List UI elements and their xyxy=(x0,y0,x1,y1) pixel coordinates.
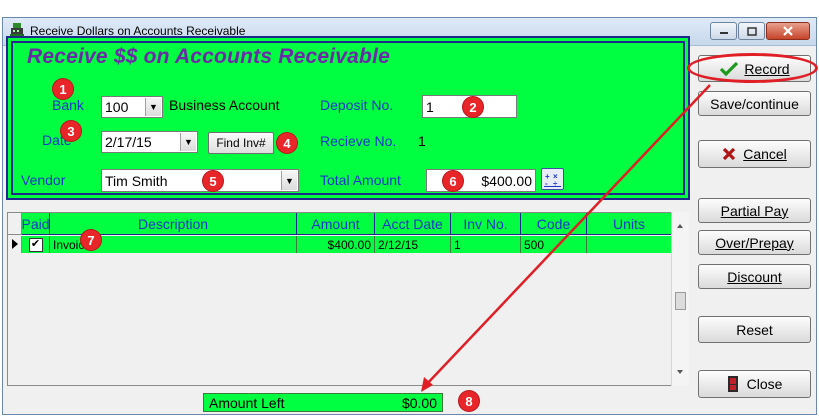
chevron-down-icon[interactable]: ▼ xyxy=(145,98,161,116)
bank-label: Bank xyxy=(52,97,84,113)
vendor-value: Tim Smith xyxy=(105,172,168,189)
annotation-badge-6: 6 xyxy=(443,171,463,191)
date-value: 2/17/15 xyxy=(105,134,152,150)
inv-no-cell[interactable]: 1 xyxy=(451,236,521,253)
svg-text:-: - xyxy=(545,179,548,187)
col-header-inv-no[interactable]: Inv No. xyxy=(451,213,521,235)
close-label: Close xyxy=(746,376,783,392)
form-heading: Receive $$ on Accounts Receivable xyxy=(27,45,390,68)
annotation-badge-2: 2 xyxy=(463,97,483,117)
annotation-badge-3: 3 xyxy=(61,121,81,141)
bank-account-name: Business Account xyxy=(169,97,280,113)
annotation-badge-1: 1 xyxy=(53,79,73,99)
total-amount-label: Total Amount xyxy=(320,172,401,188)
over-prepay-button[interactable]: Over/Prepay xyxy=(698,230,811,255)
svg-text:÷: ÷ xyxy=(553,179,558,187)
date-field[interactable]: 2/17/15 ▼ xyxy=(101,131,198,153)
cancel-label: Cancel xyxy=(743,146,787,162)
col-header-code[interactable]: Code xyxy=(521,213,587,235)
amount-left-label: Amount Left xyxy=(209,395,285,411)
save-continue-button[interactable]: Save/continue xyxy=(698,91,811,116)
row-selector-header xyxy=(8,213,22,235)
close-button[interactable]: Close xyxy=(698,370,811,398)
chevron-down-icon[interactable]: ▼ xyxy=(180,133,196,151)
annotation-badge-8: 8 xyxy=(459,391,479,411)
find-invoice-button[interactable]: Find Inv# xyxy=(208,132,274,154)
acct-date-cell[interactable]: 2/12/15 xyxy=(375,236,451,253)
bank-select[interactable]: 100 ▼ xyxy=(101,96,163,118)
exit-door-icon xyxy=(727,376,738,392)
grid-vertical-scrollbar[interactable] xyxy=(671,212,689,386)
close-window-button[interactable] xyxy=(766,22,810,40)
vendor-select[interactable]: Tim Smith ▼ xyxy=(101,169,299,192)
annotation-badge-5: 5 xyxy=(203,171,223,191)
col-header-amount[interactable]: Amount xyxy=(297,213,375,235)
discount-button[interactable]: Discount xyxy=(698,264,811,289)
cancel-x-icon xyxy=(723,147,736,161)
annotation-badge-4: 4 xyxy=(277,133,297,153)
units-cell[interactable] xyxy=(587,236,672,253)
row-selector[interactable] xyxy=(8,236,22,253)
receive-number-value: 1 xyxy=(418,133,426,149)
deposit-value: 1 xyxy=(426,98,434,115)
deposit-label: Deposit No. xyxy=(320,97,394,113)
vendor-label: Vendor xyxy=(21,172,66,188)
current-row-arrow-icon xyxy=(12,239,18,249)
bank-value: 100 xyxy=(105,99,129,115)
record-highlight-ring xyxy=(687,53,818,83)
annotation-badge-7: 7 xyxy=(81,230,101,250)
amount-cell[interactable]: $400.00 xyxy=(297,236,375,253)
paid-cell[interactable]: ✔ xyxy=(22,236,50,253)
col-header-paid[interactable]: Paid xyxy=(21,213,50,235)
reset-button[interactable]: Reset xyxy=(698,316,811,343)
scroll-down-arrow-icon[interactable] xyxy=(672,366,688,378)
scroll-thumb[interactable] xyxy=(675,292,686,310)
maximize-button[interactable] xyxy=(738,22,765,40)
close-icon xyxy=(783,26,793,36)
amount-left-bar: Amount Left $0.00 xyxy=(203,393,443,412)
maximize-icon xyxy=(746,26,757,36)
paid-checkbox[interactable]: ✔ xyxy=(28,237,43,252)
partial-pay-button[interactable]: Partial Pay xyxy=(698,198,811,223)
minimize-icon xyxy=(719,32,728,34)
total-amount-value: $400.00 xyxy=(481,172,532,189)
col-header-units[interactable]: Units xyxy=(587,213,672,235)
amount-left-value: $0.00 xyxy=(401,395,437,411)
minimize-button[interactable] xyxy=(710,22,737,40)
calculator-button[interactable]: + × - ÷ xyxy=(541,168,564,190)
invoice-grid[interactable]: Paid Description Amount Acct Date Inv No… xyxy=(7,212,689,386)
code-cell[interactable]: 500 xyxy=(521,236,587,253)
scroll-up-arrow-icon[interactable] xyxy=(672,220,688,232)
calculator-icon: + × - ÷ xyxy=(544,172,561,187)
receive-number-label: Recieve No. xyxy=(320,133,397,149)
chevron-down-icon[interactable]: ▼ xyxy=(281,171,297,190)
cancel-button[interactable]: Cancel xyxy=(698,140,811,168)
col-header-acct-date[interactable]: Acct Date xyxy=(375,213,451,235)
